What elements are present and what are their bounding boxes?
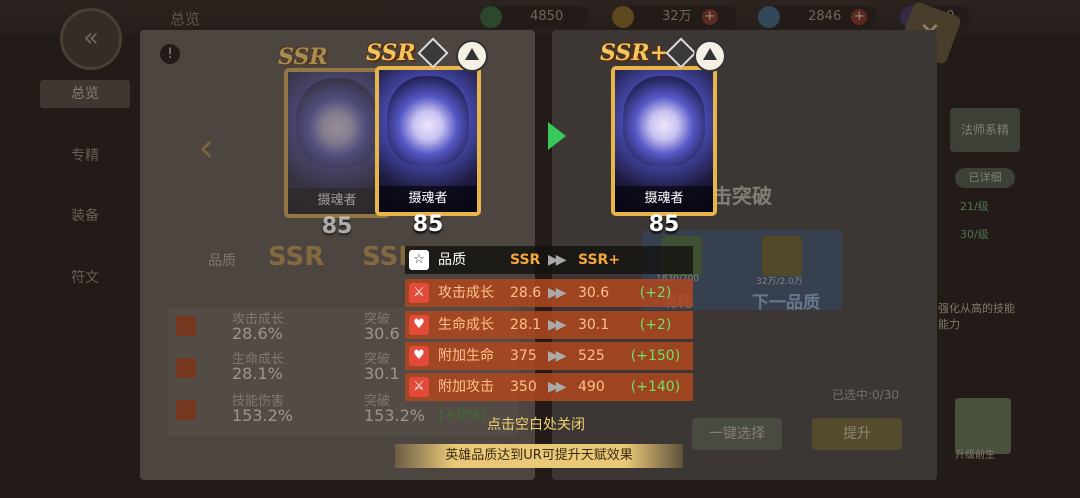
hero-name: 摄魂者 — [408, 191, 448, 206]
stat-row: ⚔ 附加攻击 350 ▶▶ 490 (+140) — [405, 373, 693, 401]
row-from: 28.1 — [510, 317, 542, 333]
row-arrow: ▶▶ — [548, 379, 566, 395]
hp-growth-icon: ♥ — [409, 315, 429, 335]
close-hint: 点击空白处关闭 — [487, 417, 585, 433]
row-label: 附加攻击 — [438, 379, 494, 395]
row-to: 490 — [578, 379, 605, 395]
row-label: 附加生命 — [438, 348, 494, 364]
row-to: 30.6 — [578, 285, 610, 301]
class-triangle-icon — [456, 40, 488, 72]
row-arrow: ▶▶ — [548, 317, 566, 333]
row-arrow: ▶▶ — [548, 252, 566, 268]
row-from: 28.6 — [510, 285, 542, 301]
ur-banner: 英雄品质达到UR可提升天赋效果 — [395, 444, 683, 468]
hero-level: 85 — [648, 212, 680, 237]
rank-badge: SSR+ — [600, 40, 669, 66]
star-outline-icon: ☆ — [409, 250, 429, 270]
upgrade-arrow-icon — [548, 122, 566, 150]
row-to: 525 — [578, 348, 605, 364]
row-arrow: ▶▶ — [548, 285, 566, 301]
row-delta: (+150) — [630, 348, 681, 364]
row-arrow: ▶▶ — [548, 348, 566, 364]
hero-card-current: 摄魂者 — [375, 66, 481, 216]
row-label: 品质 — [438, 252, 466, 268]
quality-row: ☆ 品质 SSR ▶▶ SSR+ — [405, 246, 693, 274]
row-from: SSR — [510, 252, 541, 268]
row-delta: (+2) — [639, 317, 672, 333]
stat-row: ♥ 附加生命 375 ▶▶ 525 (+150) — [405, 342, 693, 370]
row-from: 375 — [510, 348, 537, 364]
row-delta: (+140) — [630, 379, 681, 395]
rank-badge: SSR — [366, 40, 416, 66]
class-triangle-icon — [694, 40, 726, 72]
rank-badge: SSR — [278, 44, 328, 70]
hero-card-next: 摄魂者 — [611, 66, 717, 216]
row-from: 350 — [510, 379, 537, 395]
bonus-attack-icon: ⚔ — [409, 377, 429, 397]
stat-row: ♥ 生命成长 28.1 ▶▶ 30.1 (+2) — [405, 311, 693, 339]
hero-name: 摄魂者 — [644, 191, 684, 206]
row-to: 30.1 — [578, 317, 610, 333]
row-label: 生命成长 — [438, 317, 494, 333]
banner-text: 英雄品质达到UR可提升天赋效果 — [445, 448, 633, 463]
hero-name: 摄魂者 — [317, 193, 357, 208]
hero-level: 85 — [412, 212, 444, 237]
row-label: 攻击成长 — [438, 285, 494, 301]
row-to: SSR+ — [578, 252, 621, 268]
row-delta: (+2) — [639, 285, 672, 301]
bonus-hp-icon: ♥ — [409, 346, 429, 366]
stat-row: ⚔ 攻击成长 28.6 ▶▶ 30.6 (+2) — [405, 279, 693, 307]
attack-growth-icon: ⚔ — [409, 283, 429, 303]
